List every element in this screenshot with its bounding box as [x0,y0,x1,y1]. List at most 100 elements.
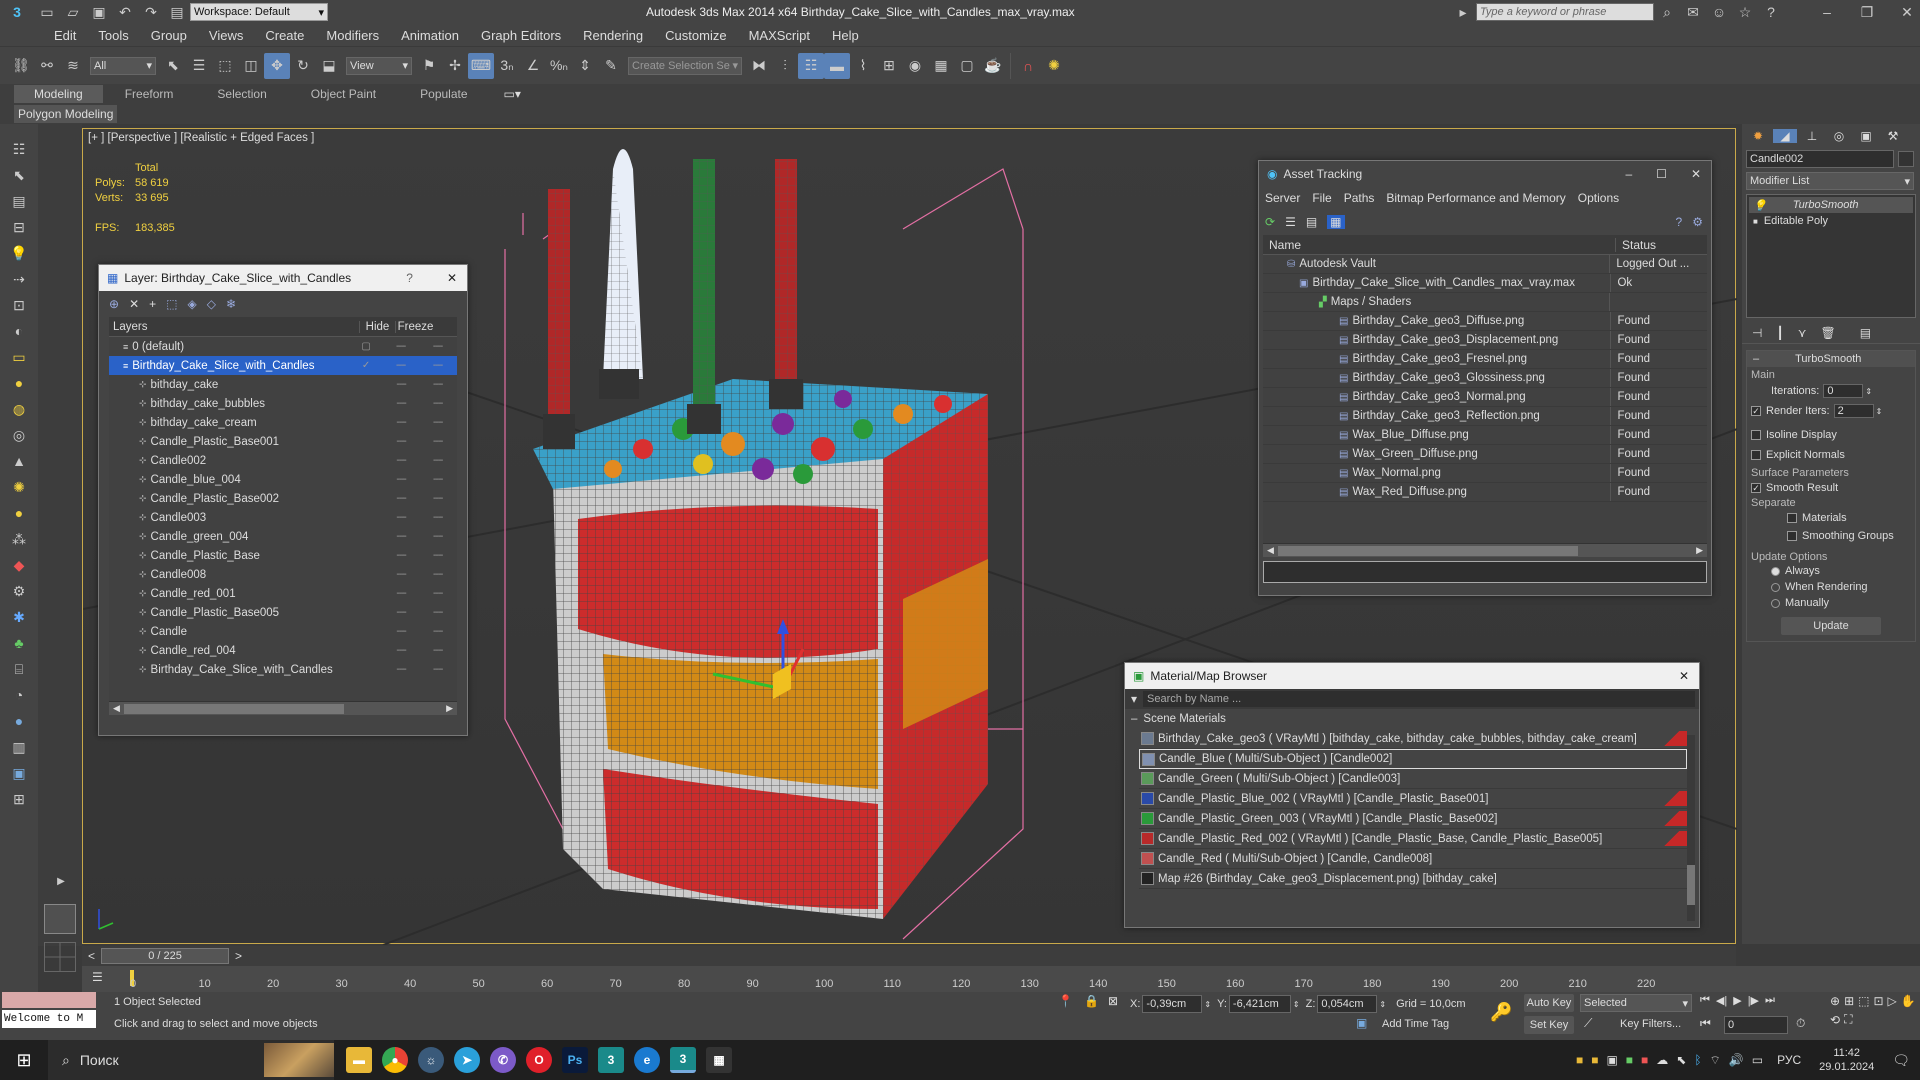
col-name[interactable]: Name [1263,238,1615,252]
open-file-icon[interactable]: ▱ [60,0,86,25]
pin-stack-icon[interactable]: ⊣ [1752,326,1762,340]
notifications-icon[interactable]: 🗨 [1892,1052,1910,1069]
spinner-arrows-icon[interactable]: ⇕ [1204,1000,1211,1009]
tab-object-paint[interactable]: Object Paint [289,85,398,103]
reference-coord-dropdown[interactable]: View ▾ [346,56,412,75]
tab-modeling[interactable]: Modeling [14,85,103,103]
select-tool-icon[interactable]: ⬉ [6,162,32,188]
opera-icon[interactable]: O [526,1047,552,1073]
hide-toggle[interactable]: ---- [384,626,419,637]
asset-menu-options[interactable]: Options [1578,191,1619,205]
freeze-toggle[interactable]: ---- [418,645,457,656]
tray-wifi-icon[interactable]: ⌔ [1710,1053,1721,1068]
set-key-button[interactable]: Set Key [1524,1016,1574,1034]
spinner-snap-icon[interactable]: ⇕ [572,53,598,79]
light-bulb-icon[interactable]: 💡 [1753,199,1767,212]
stack-item-editable-poly[interactable]: ■ Editable Poly [1749,213,1913,229]
align-icon[interactable]: ⫶ [772,53,798,79]
horizontal-scrollbar[interactable]: ◀ ▶ [1263,543,1707,557]
zoom-all-icon[interactable]: ⊞ [1844,994,1854,1008]
table-view-icon[interactable]: ▤ [1306,215,1317,229]
prev-frame-icon[interactable]: < [82,949,101,963]
delete-layer-icon[interactable]: ✕ [129,297,139,311]
close-icon[interactable]: ✕ [1894,0,1920,25]
list-view-icon[interactable]: ☰ [1285,215,1296,229]
freeze-toggle[interactable]: ---- [418,493,457,504]
tray-shield-icon[interactable]: ■ [1641,1053,1648,1067]
goto-end-icon[interactable]: ⏭ [1765,994,1775,1007]
3ds-max-active-icon[interactable]: 3 [670,1047,696,1073]
torus-icon[interactable]: ◎ [6,422,32,448]
photoshop-icon[interactable]: Ps [562,1047,588,1073]
smooth-result-checkbox[interactable]: ✓ [1751,483,1761,493]
mirror-icon[interactable]: ⧓ [746,53,772,79]
hide-toggle[interactable]: ---- [384,512,419,523]
language-indicator[interactable]: РУС [1777,1053,1801,1067]
new-file-icon[interactable]: ▭ [34,0,60,25]
hide-toggle[interactable]: ---- [384,569,419,580]
z-coord-field[interactable]: 0,054cm [1317,995,1378,1013]
collapse-icon[interactable]: – [1131,713,1137,725]
rotate-icon[interactable]: ↻ [290,53,316,79]
iterations-spinner[interactable]: 0 [1823,384,1864,398]
refresh-icon[interactable]: ⟳ [1265,215,1275,229]
hide-toggle[interactable]: ---- [384,493,419,504]
render-setup-icon[interactable]: ▦ [928,53,954,79]
display-icon[interactable]: ▤ [6,188,32,214]
move-icon[interactable]: ✥ [264,52,290,79]
named-selection-dropdown[interactable]: Create Selection Se ▾ [628,56,742,75]
layer-object-row[interactable]: ⊹ bithday_cake ---- ---- [109,375,457,394]
scroll-thumb[interactable] [1277,545,1578,556]
layer-manager-window[interactable]: ▦ Layer: Birthday_Cake_Slice_with_Candle… [98,264,468,736]
tray-app-icon[interactable]: ■ [1576,1053,1583,1067]
menu-customize[interactable]: Customize [665,28,726,43]
taskbar-search[interactable]: ⌕ Поиск [48,1040,334,1080]
app-logo-icon[interactable]: 3 [0,0,34,25]
help-icon[interactable]: ? [1758,0,1784,25]
asset-window-header[interactable]: ◉ Asset Tracking – ☐ ✕ [1259,161,1711,187]
expand-arrow-icon[interactable]: ▶ [48,868,74,894]
create-tab-icon[interactable]: ✹ [1746,129,1770,143]
clock[interactable]: 11:42 29.01.2024 [1819,1046,1874,1074]
display-tab-icon[interactable]: ▣ [1854,129,1878,143]
save-icon[interactable]: ▣ [86,0,112,25]
time-tag-icon[interactable]: ▣ [1356,1016,1367,1030]
spacewarp-icon[interactable]: ✱ [6,604,32,630]
box-icon[interactable]: ▭ [6,344,32,370]
camera-icon[interactable]: ⊡ [6,292,32,318]
menu-edit[interactable]: Edit [54,28,76,43]
angle-snap-icon[interactable]: ∠ [520,53,546,79]
snaps-toggle-icon[interactable]: 3ₙ [494,53,520,79]
close-icon[interactable]: ✕ [447,271,457,285]
viber-icon[interactable]: ✆ [490,1047,516,1073]
redo-icon[interactable]: ↷ [138,0,164,25]
tray-bluetooth-icon[interactable]: ᛒ [1694,1053,1701,1067]
material-row[interactable]: Candle_Blue ( Multi/Sub-Object ) [Candle… [1139,749,1687,769]
freeze-toggle[interactable]: ---- [418,398,457,409]
x-coord-field[interactable]: -0,39cm [1142,995,1203,1013]
layer-row[interactable]: ≡ 0 (default) ▢ ---- ---- [109,337,457,356]
menu-group[interactable]: Group [151,28,187,43]
task-view-icon[interactable]: ▦ [706,1047,732,1073]
cylinder-icon[interactable]: ◍ [6,396,32,422]
menu-graph-editors[interactable]: Graph Editors [481,28,561,43]
time-slider-thumb[interactable]: 0 / 225 [101,948,230,964]
asset-row[interactable]: ▤ Wax_Red_Diffuse.png Found [1263,483,1707,502]
hide-toggle[interactable]: ---- [383,360,418,371]
restore-icon[interactable]: ❐ [1854,0,1880,25]
always-radio[interactable] [1771,566,1780,576]
update-button[interactable]: Update [1781,617,1881,635]
render-iters-checkbox[interactable]: ✓ [1751,406,1761,416]
tray-nvidia-icon[interactable]: ■ [1626,1053,1633,1067]
freeze-toggle[interactable]: ---- [418,607,457,618]
vault-options-icon[interactable]: ⚙ [1692,215,1703,229]
stack-item-turbosmooth[interactable]: 💡 TurboSmooth [1749,197,1913,213]
add-to-layer-icon[interactable]: + [149,297,156,311]
tray-cloud-icon[interactable]: ☁ [1656,1053,1668,1067]
asset-menu-bitmap[interactable]: Bitmap Performance and Memory [1386,191,1565,205]
freeze-toggle[interactable]: ---- [418,379,457,390]
vertical-scrollbar[interactable] [1687,735,1695,921]
freeze-toggle[interactable]: ---- [418,664,457,675]
material-row[interactable]: Candle_Plastic_Red_002 ( VRayMtl ) [Cand… [1139,829,1687,849]
hide-toggle[interactable]: ---- [384,398,419,409]
